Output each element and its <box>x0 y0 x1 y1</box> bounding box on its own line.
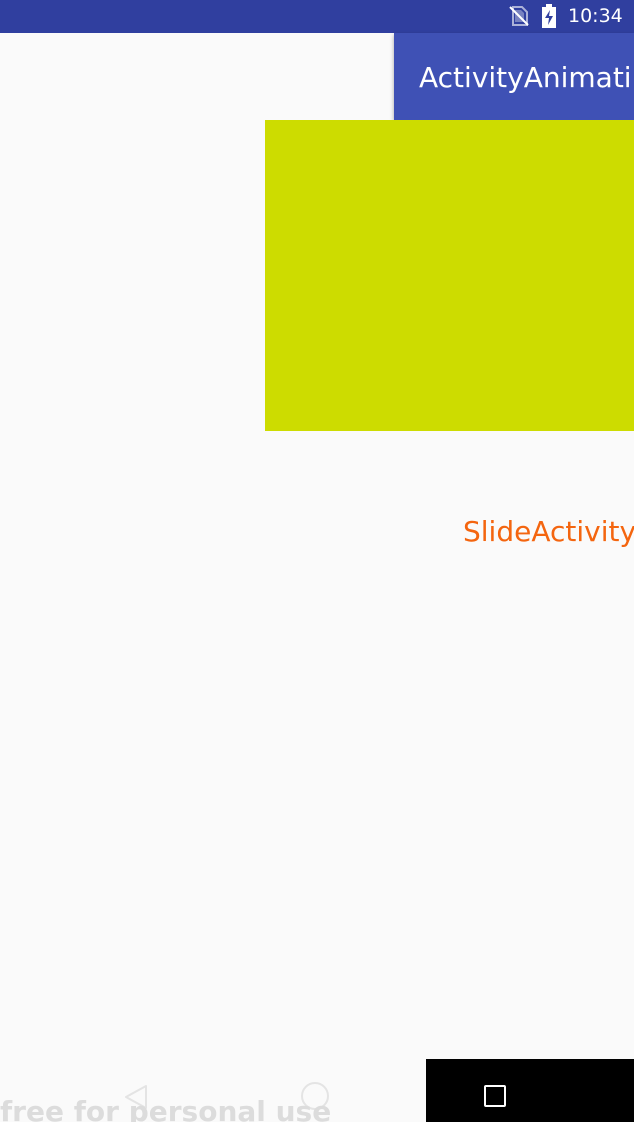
screen: 10:34 ActivityAnimati SlideActivity free… <box>0 0 634 1122</box>
slide-activity-label: SlideActivity <box>463 515 634 548</box>
battery-charging-icon <box>541 4 557 28</box>
app-bar: ActivityAnimati <box>394 33 634 120</box>
recents-icon[interactable] <box>484 1085 506 1107</box>
app-title: ActivityAnimati <box>419 61 632 94</box>
no-sim-icon <box>508 5 530 27</box>
shared-element-box[interactable] <box>265 120 634 431</box>
nav-bar-background <box>426 1059 634 1122</box>
status-bar: 10:34 <box>0 0 634 33</box>
status-time: 10:34 <box>568 5 623 27</box>
watermark-text: free for personal use <box>0 1095 332 1122</box>
